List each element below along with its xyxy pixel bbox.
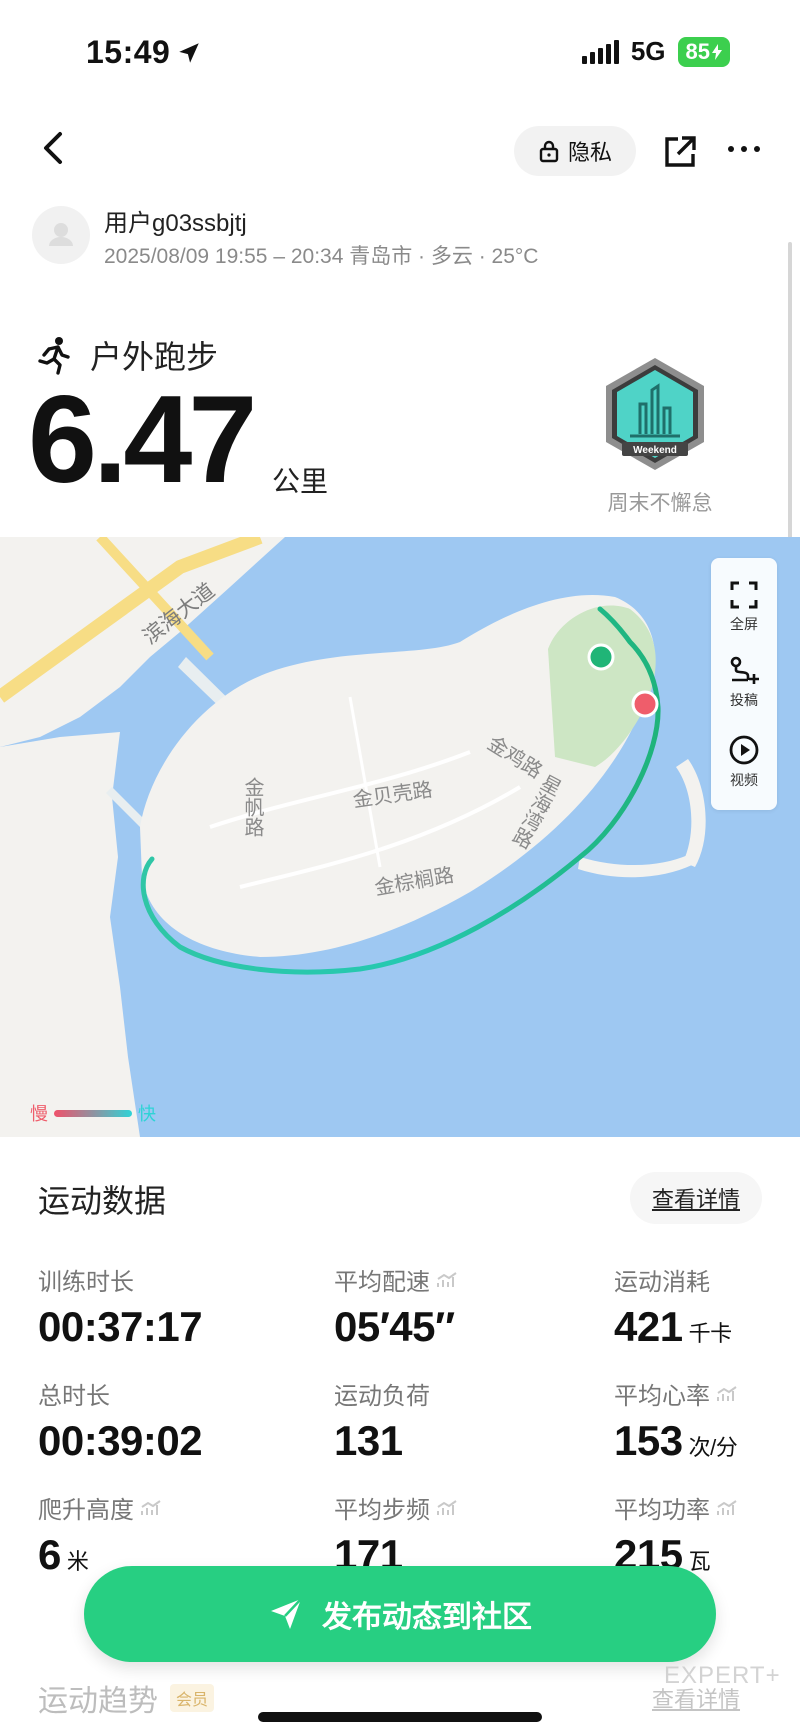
fullscreen-label: 全屏 — [730, 616, 758, 632]
stat-unit: 瓦 — [688, 1549, 711, 1574]
network-type: 5G — [630, 36, 666, 66]
map-label-road2: 金帆路 — [241, 777, 264, 837]
stat-label: 平均心率 — [614, 1383, 710, 1410]
video-label: 视频 — [730, 772, 758, 788]
workout-time-location-weather: 2025/08/09 19:55 – 20:34 青岛市 · 多云 · 25°C — [104, 245, 539, 268]
status-time-text: 15:49 — [86, 34, 171, 70]
home-indicator[interactable] — [258, 1712, 542, 1722]
status-indicators: 5G 85 — [581, 36, 730, 67]
trend-chart-icon — [437, 1499, 457, 1515]
stat-value: 6 — [38, 1531, 61, 1578]
pace-gradient-bar — [54, 1109, 132, 1117]
running-person-icon — [38, 337, 70, 375]
badge-text: Weekend — [633, 445, 677, 456]
view-details-button[interactable]: 查看详情 — [630, 1172, 762, 1224]
play-circle-icon — [729, 735, 759, 765]
stat-label-row: 平均心率 — [614, 1376, 800, 1411]
battery-indicator: 85 — [677, 36, 730, 67]
stat-value: 00:39:02 — [38, 1417, 203, 1464]
stat-value: 421 — [614, 1303, 683, 1350]
send-arrow-icon — [271, 1598, 302, 1629]
stat-label-row: 平均步频 — [334, 1490, 574, 1525]
stat-unit: 次/分 — [688, 1435, 738, 1460]
stat-label: 平均配速 — [334, 1269, 430, 1296]
stat-value-row: 00:39:02 — [38, 1417, 278, 1465]
stat-label: 训练时长 — [38, 1269, 134, 1296]
stat-cell[interactable]: 总时长 00:39:02 — [38, 1376, 278, 1465]
stat-value-row: 131 — [334, 1417, 574, 1465]
pace-legend: 慢 快 — [30, 1100, 156, 1126]
stat-value: 153 — [614, 1417, 683, 1464]
publish-to-community-button[interactable]: 发布动态到社区 — [84, 1566, 716, 1662]
watermark: EXPERT+ — [664, 1662, 781, 1689]
stat-unit: 米 — [66, 1549, 89, 1574]
stat-label-row: 平均配速 — [334, 1262, 574, 1297]
user-placeholder-icon — [49, 223, 73, 246]
stat-cell[interactable]: 运动消耗 421 千卡 — [614, 1262, 800, 1351]
post-button[interactable]: 投稿 — [711, 656, 777, 710]
stat-cell[interactable]: 训练时长 00:37:17 — [38, 1262, 278, 1351]
status-time: 15:49 — [86, 34, 202, 71]
weekend-badge-icon[interactable]: Weekend — [600, 356, 710, 472]
stat-label: 平均功率 — [614, 1497, 710, 1524]
section-title-stats: 运动数据 — [38, 1183, 167, 1219]
stat-value: 05′45″ — [334, 1303, 455, 1350]
stat-label-row: 爬升高度 — [38, 1490, 278, 1525]
trend-chart-icon — [437, 1271, 457, 1287]
map-toolbar: 全屏 投稿 视频 — [711, 558, 777, 810]
lock-icon — [539, 140, 559, 163]
stat-label: 爬升高度 — [38, 1497, 134, 1524]
stat-value-row: 05′45″ — [334, 1303, 574, 1351]
stat-unit: 千卡 — [688, 1321, 733, 1346]
publish-label: 发布动态到社区 — [322, 1601, 532, 1634]
stat-value-row: 153 次/分 — [614, 1417, 800, 1465]
more-options-icon[interactable] — [728, 146, 760, 152]
video-button[interactable]: 视频 — [711, 734, 777, 790]
stat-label-row: 平均功率 — [614, 1490, 800, 1525]
privacy-label: 隐私 — [567, 140, 612, 165]
avatar[interactable] — [32, 206, 90, 264]
stat-cell[interactable]: 运动负荷 131 — [334, 1376, 574, 1465]
distance-value: 6.47 — [28, 371, 257, 509]
legend-slow: 慢 — [30, 1104, 48, 1124]
trend-chart-icon — [141, 1499, 161, 1515]
post-route-icon — [730, 656, 759, 684]
stat-label-row: 总时长 — [38, 1376, 278, 1411]
cellular-signal-icon — [581, 39, 619, 64]
stat-label-row: 运动负荷 — [334, 1376, 574, 1411]
stat-value: 00:37:17 — [38, 1303, 203, 1350]
badge-label: 周末不懈怠 — [607, 492, 713, 515]
privacy-button[interactable]: 隐私 — [514, 126, 636, 176]
distance-unit: 公里 — [272, 466, 329, 497]
back-arrow-icon[interactable] — [34, 128, 74, 168]
stat-value-row: 00:37:17 — [38, 1303, 278, 1351]
stat-cell[interactable]: 平均心率 153 次/分 — [614, 1376, 800, 1465]
stat-label: 平均步频 — [334, 1497, 430, 1524]
fullscreen-icon — [730, 581, 758, 609]
user-name[interactable]: 用户g03ssbjtj — [104, 203, 247, 238]
stat-cell[interactable]: 平均配速 05′45″ — [334, 1262, 574, 1351]
location-arrow-icon — [179, 42, 200, 63]
trend-title: 运动趋势 — [38, 1685, 158, 1718]
stat-value-row: 421 千卡 — [614, 1303, 800, 1351]
fullscreen-button[interactable]: 全屏 — [711, 580, 777, 634]
stat-label: 运动消耗 — [614, 1269, 710, 1296]
legend-fast: 快 — [138, 1104, 156, 1124]
stat-label-row: 运动消耗 — [614, 1262, 800, 1297]
share-icon[interactable] — [662, 134, 698, 170]
stat-label: 总时长 — [38, 1383, 110, 1410]
charging-bolt-icon — [712, 43, 722, 60]
trend-chart-icon — [717, 1385, 737, 1401]
stat-value: 131 — [334, 1417, 403, 1464]
trend-section-title: 运动趋势 会员 — [38, 1676, 215, 1720]
trend-chart-icon — [717, 1499, 737, 1515]
member-tag: 会员 — [170, 1684, 215, 1712]
battery-level: 85 — [685, 38, 710, 64]
route-map[interactable]: 滨海大道 金帆路 金贝壳路 金鸡路 金棕榈路 星海湾路 — [0, 537, 800, 1137]
stat-label: 运动负荷 — [334, 1383, 430, 1410]
stat-label-row: 训练时长 — [38, 1262, 278, 1297]
map-canvas: 滨海大道 金帆路 金贝壳路 金鸡路 金棕榈路 星海湾路 — [0, 537, 800, 1137]
post-label: 投稿 — [730, 692, 758, 708]
